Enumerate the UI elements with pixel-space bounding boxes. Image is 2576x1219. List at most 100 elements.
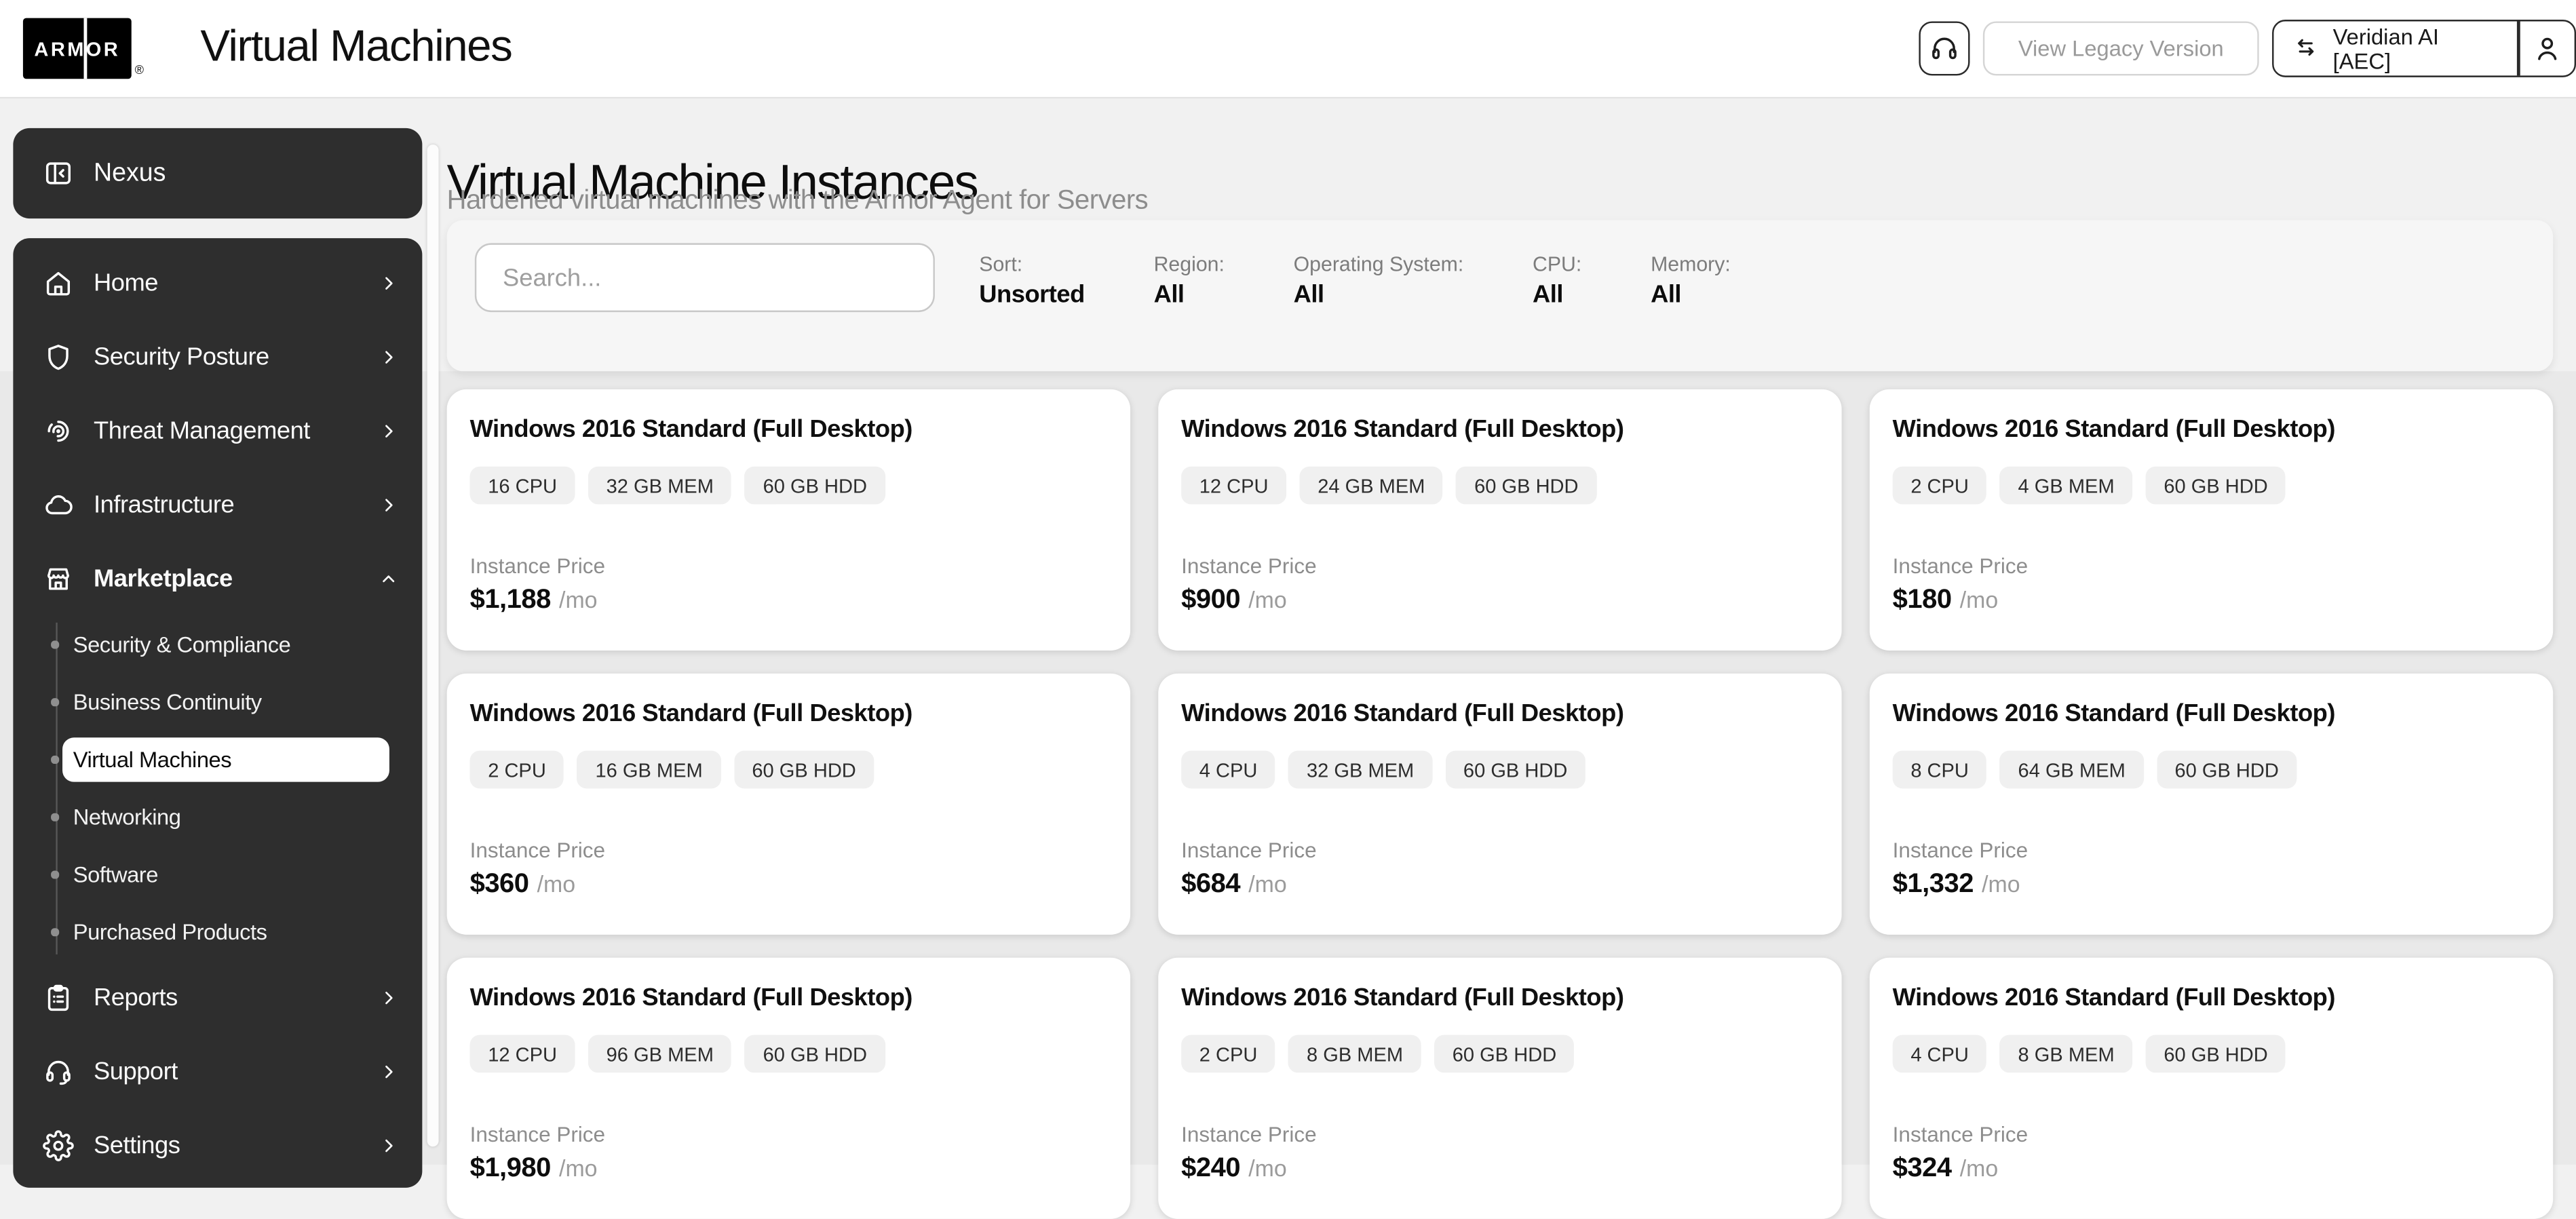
spec-chip: 8 CPU bbox=[1892, 750, 1987, 789]
vm-card-title: Windows 2016 Standard (Full Desktop) bbox=[1892, 984, 2336, 1012]
sidebar-subitem-label: Purchased Products bbox=[73, 920, 267, 945]
spec-chip: 16 GB MEM bbox=[577, 750, 721, 789]
instance-price-value: $180 bbox=[1892, 585, 1952, 615]
vm-card[interactable]: Windows 2016 Standard (Full Desktop) 12 C… bbox=[446, 957, 1131, 1219]
sidebar-subitem-purchased-products[interactable]: Purchased Products bbox=[13, 904, 422, 961]
sidebar-item-security-posture[interactable]: Security Posture bbox=[13, 320, 422, 394]
sidebar-brand-nexus[interactable]: Nexus bbox=[13, 128, 423, 219]
app-title: Virtual Machines bbox=[200, 21, 512, 71]
spec-chips: 2 CPU 16 GB MEM 60 GB HDD bbox=[469, 750, 1108, 789]
price-row: $1,332/mo bbox=[1893, 869, 2531, 900]
spec-chips: 4 CPU 8 GB MEM 60 GB HDD bbox=[1892, 1034, 2531, 1073]
instance-price-value: $900 bbox=[1181, 585, 1241, 615]
price-period: /mo bbox=[537, 870, 576, 897]
price-period: /mo bbox=[1248, 586, 1287, 613]
spec-chip: 60 GB HDD bbox=[733, 750, 874, 789]
sidebar-subitem-software[interactable]: Software bbox=[13, 846, 422, 904]
headset-icon bbox=[1929, 33, 1960, 64]
spec-chip: 60 GB HDD bbox=[744, 1034, 885, 1073]
sidebar-subitem-virtual-machines[interactable]: Virtual Machines bbox=[13, 731, 422, 789]
vm-card[interactable]: Windows 2016 Standard (Full Desktop) 2 CP… bbox=[446, 673, 1131, 935]
vm-card-title: Windows 2016 Standard (Full Desktop) bbox=[1892, 415, 2336, 444]
sidebar-item-label: Support bbox=[94, 1058, 178, 1086]
chevron-up-icon bbox=[378, 568, 399, 589]
vm-card-title: Windows 2016 Standard (Full Desktop) bbox=[469, 699, 913, 728]
sidebar-subitem-business-continuity[interactable]: Business Continuity bbox=[13, 674, 422, 731]
filter-value: All bbox=[1293, 281, 1324, 309]
vm-card-grid: Windows 2016 Standard (Full Desktop) 16 C… bbox=[446, 389, 2554, 1219]
filter-cpu[interactable]: CPU: All bbox=[1533, 253, 1581, 309]
page-scrollbar[interactable] bbox=[426, 144, 439, 1147]
vm-card[interactable]: Windows 2016 Standard (Full Desktop) 2 CP… bbox=[1869, 389, 2554, 651]
filter-sort[interactable]: Sort: Unsorted bbox=[979, 253, 1085, 309]
filter-memory[interactable]: Memory: All bbox=[1651, 253, 1731, 309]
sidebar-subitem-label: Virtual Machines bbox=[73, 747, 232, 773]
filters-row: Sort: Unsorted Region: All Operating System:… bbox=[979, 253, 1731, 309]
spec-chip: 8 GB MEM bbox=[1288, 1034, 1421, 1073]
vm-card-title: Windows 2016 Standard (Full Desktop) bbox=[469, 415, 913, 444]
armor-logo-divider bbox=[83, 18, 87, 79]
spec-chips: 2 CPU 4 GB MEM 60 GB HDD bbox=[1892, 466, 2531, 505]
filter-region[interactable]: Region: All bbox=[1154, 253, 1225, 309]
vm-card-title: Windows 2016 Standard (Full Desktop) bbox=[1181, 984, 1624, 1012]
instance-price-label: Instance Price bbox=[1181, 1121, 1317, 1147]
person-icon bbox=[2531, 33, 2562, 64]
chevron-right-icon bbox=[378, 1061, 399, 1082]
support-button[interactable] bbox=[1919, 21, 1970, 76]
armor-logo[interactable]: ARMOR bbox=[22, 18, 132, 79]
vm-card[interactable]: Windows 2016 Standard (Full Desktop) 2 CP… bbox=[1158, 957, 1842, 1219]
vm-card[interactable]: Windows 2016 Standard (Full Desktop) 16 C… bbox=[446, 389, 1131, 651]
sidebar-item-threat-management[interactable]: Threat Management bbox=[13, 394, 422, 468]
vm-card-title: Windows 2016 Standard (Full Desktop) bbox=[1181, 699, 1624, 728]
instance-price-label: Instance Price bbox=[1892, 1121, 2029, 1147]
spec-chip: 4 GB MEM bbox=[1999, 466, 2133, 505]
sidebar-subitem-networking[interactable]: Networking bbox=[13, 788, 422, 846]
vm-card[interactable]: Windows 2016 Standard (Full Desktop) 4 CP… bbox=[1869, 957, 2554, 1219]
bullet-icon bbox=[51, 928, 58, 936]
filter-operating-system[interactable]: Operating System: All bbox=[1294, 253, 1464, 309]
sidebar-item-reports[interactable]: Reports bbox=[13, 961, 422, 1035]
user-menu-button[interactable] bbox=[2520, 21, 2575, 75]
view-legacy-version-button[interactable]: View Legacy Version bbox=[1982, 21, 2259, 76]
sidebar-subitem-label: Software bbox=[73, 862, 159, 887]
sidebar-item-marketplace[interactable]: Marketplace bbox=[13, 542, 422, 616]
spec-chip: 64 GB MEM bbox=[1999, 750, 2144, 789]
instance-price-label: Instance Price bbox=[1181, 838, 1317, 863]
bullet-icon bbox=[51, 698, 58, 706]
filter-label: Operating System: bbox=[1293, 252, 1464, 276]
spec-chip: 4 CPU bbox=[1892, 1034, 1987, 1073]
price-period: /mo bbox=[1959, 1155, 1999, 1182]
bullet-icon bbox=[51, 641, 58, 649]
search-input[interactable] bbox=[474, 243, 935, 313]
sidebar-item-home[interactable]: Home bbox=[13, 246, 422, 320]
instance-price-label: Instance Price bbox=[469, 838, 606, 863]
price-row: $684/mo bbox=[1181, 869, 1819, 900]
sidebar-subitem-label: Security & Compliance bbox=[73, 632, 291, 657]
spec-chips: 4 CPU 32 GB MEM 60 GB HDD bbox=[1181, 750, 1819, 789]
price-row: $1,188/mo bbox=[470, 585, 1108, 616]
price-row: $1,980/mo bbox=[470, 1153, 1108, 1184]
vm-card[interactable]: Windows 2016 Standard (Full Desktop) 12 C… bbox=[1158, 389, 1842, 651]
gear-icon bbox=[43, 1130, 74, 1161]
filter-value: All bbox=[1651, 281, 1682, 309]
sidebar-nav: Home Security Posture Threat Management Inf… bbox=[13, 238, 423, 1188]
clipboard-icon bbox=[43, 982, 74, 1013]
account-switch-button[interactable]: Veridian AI [AEC] bbox=[2273, 21, 2517, 75]
vm-card[interactable]: Windows 2016 Standard (Full Desktop) 4 CP… bbox=[1158, 673, 1842, 935]
vm-card[interactable]: Windows 2016 Standard (Full Desktop) 8 CP… bbox=[1869, 673, 2554, 935]
chevron-right-icon bbox=[378, 421, 399, 442]
radar-icon bbox=[43, 416, 74, 447]
spec-chip: 60 GB HDD bbox=[1434, 1034, 1575, 1073]
spec-chip: 60 GB HDD bbox=[1456, 466, 1597, 505]
sidebar-subitem-security-compliance[interactable]: Security & Compliance bbox=[13, 616, 422, 674]
instance-price-value: $684 bbox=[1181, 869, 1241, 899]
vm-card-title: Windows 2016 Standard (Full Desktop) bbox=[1892, 699, 2336, 728]
instance-price-value: $1,332 bbox=[1892, 869, 1974, 899]
sidebar-item-settings[interactable]: Settings bbox=[13, 1109, 422, 1183]
sidebar-item-support[interactable]: Support bbox=[13, 1035, 422, 1109]
instance-price-value: $1,188 bbox=[469, 585, 552, 615]
sidebar-item-infrastructure[interactable]: Infrastructure bbox=[13, 468, 422, 542]
spec-chip: 24 GB MEM bbox=[1299, 466, 1444, 505]
home-icon bbox=[43, 268, 74, 299]
spec-chip: 60 GB HDD bbox=[2145, 1034, 2286, 1073]
